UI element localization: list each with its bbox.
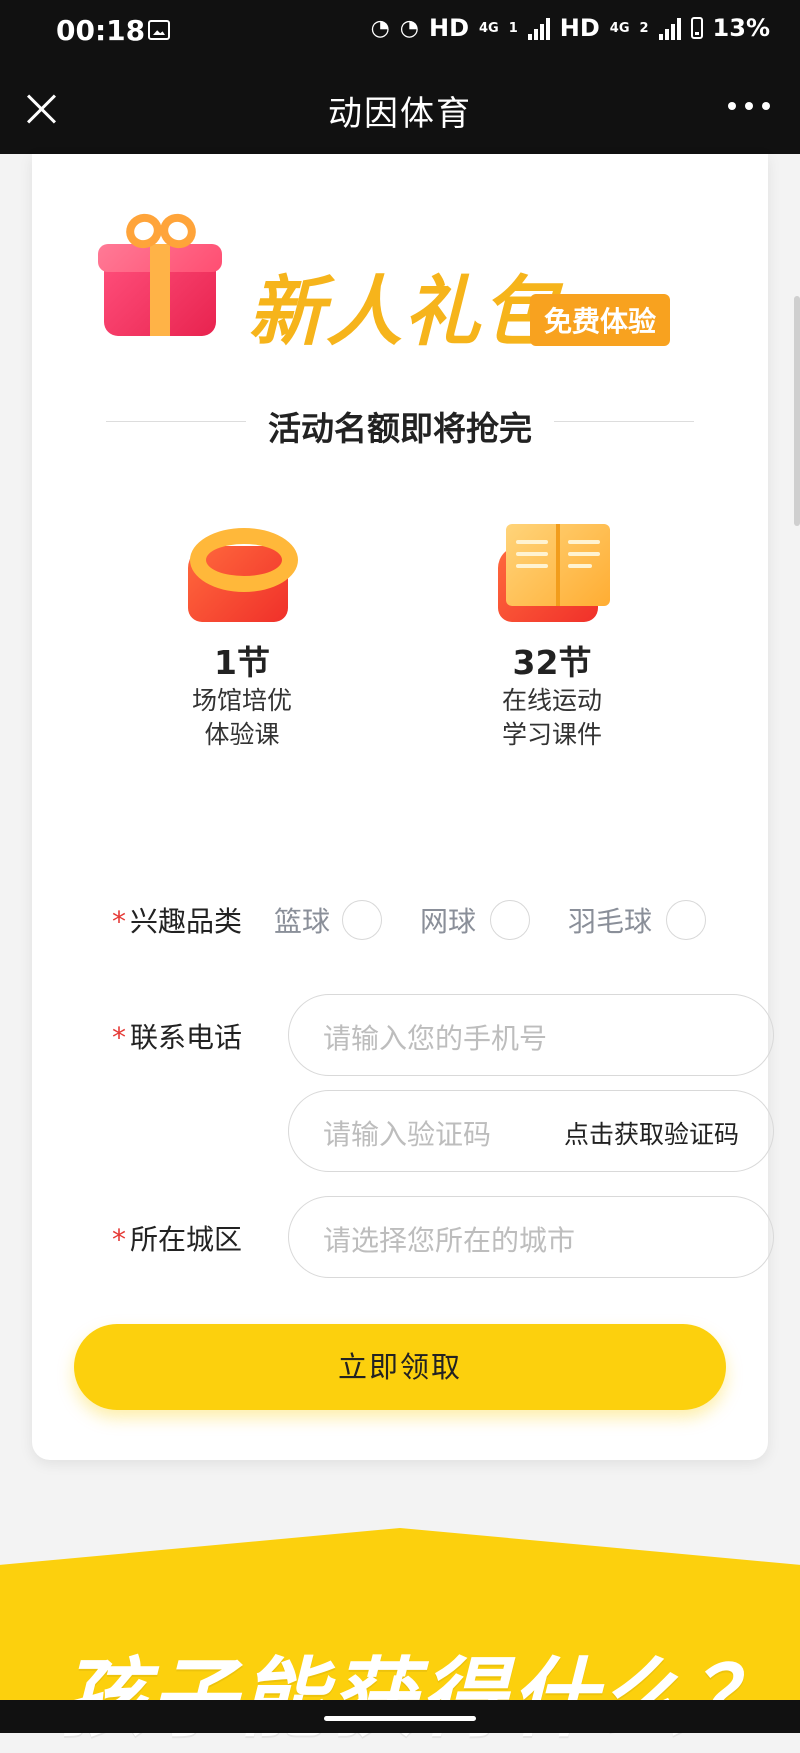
- wifi-icon: ◔: [399, 15, 419, 41]
- notice-text: 活动名额即将抢完: [268, 409, 532, 448]
- promo-title: 新人礼包: [248, 267, 560, 356]
- battery-percent: 13%: [712, 14, 770, 42]
- signal-icon: [658, 16, 681, 40]
- verification-code-input[interactable]: 请输入验证码 点击获取验证码: [288, 1090, 774, 1172]
- benefit-line: 在线运动: [501, 686, 602, 715]
- phone-label-text: 联系电话: [130, 1021, 243, 1054]
- notice-divider: 活动名额即将抢完: [106, 402, 694, 448]
- sim-badge: 2: [639, 20, 649, 36]
- scrollbar[interactable]: [794, 296, 800, 526]
- signal-icon: [527, 16, 550, 40]
- network-type: 4G: [609, 20, 630, 36]
- city-label: * 所在城区: [112, 1218, 242, 1258]
- interest-label: * 兴趣品类: [112, 900, 242, 940]
- battery-icon: [690, 17, 703, 39]
- nav-bar: 动因体育: [0, 64, 800, 154]
- benefit-count: 32节: [512, 643, 592, 682]
- benefit-line: 体验课: [204, 720, 280, 749]
- status-time: 00:18: [56, 14, 146, 47]
- benefit-item: 32节 在线运动 学习课件: [452, 516, 652, 752]
- divider-line: [554, 421, 694, 422]
- interest-label-text: 兴趣品类: [130, 905, 243, 938]
- benefit-line: 学习课件: [501, 720, 602, 749]
- gift-icon: [96, 207, 226, 344]
- more-icon[interactable]: [728, 102, 770, 110]
- benefit-item: 1节 场馆培优 体验课: [142, 516, 342, 752]
- required-mark: *: [112, 1223, 126, 1256]
- network-type: 4G: [479, 20, 499, 36]
- tennis-radio[interactable]: [490, 900, 530, 940]
- interest-option-tennis[interactable]: 网球: [420, 900, 476, 940]
- benefit-line: 场馆培优: [191, 686, 292, 715]
- phone-placeholder: 请输入您的手机号: [323, 1022, 548, 1055]
- claim-button[interactable]: 立即领取: [74, 1324, 726, 1410]
- code-placeholder: 请输入验证码: [323, 1118, 492, 1151]
- section-title: 孩子能获得什么？: [60, 1649, 780, 1749]
- sim-badge: 1: [508, 20, 518, 36]
- required-mark: *: [112, 905, 126, 938]
- signup-card: 新人礼包 免费体验 活动名额即将抢完 1节 场馆培优 体验课 32节 在线运动: [32, 154, 774, 1460]
- status-bar: 00:18 ◔ ◔ HD 4G 1 HD 4G 2 13%: [0, 0, 800, 64]
- city-label-text: 所在城区: [130, 1223, 243, 1256]
- basketball-radio[interactable]: [342, 900, 382, 940]
- network-label: HD: [428, 14, 469, 42]
- interest-option-basketball[interactable]: 篮球: [274, 900, 330, 940]
- phone-input[interactable]: 请输入您的手机号: [288, 994, 774, 1076]
- interest-option-badminton[interactable]: 羽毛球: [568, 900, 652, 940]
- get-code-button[interactable]: 点击获取验证码: [564, 1115, 739, 1151]
- status-indicators: ◔ ◔ HD 4G 1 HD 4G 2 13%: [371, 14, 770, 42]
- book-icon: [492, 516, 612, 626]
- phone-label: * 联系电话: [112, 1016, 242, 1056]
- city-select[interactable]: 请选择您所在的城市: [288, 1196, 774, 1278]
- city-placeholder: 请选择您所在的城市: [323, 1224, 576, 1257]
- benefit-count: 1节: [214, 643, 270, 682]
- network-label: HD: [559, 14, 600, 42]
- wifi-icon: ◔: [370, 15, 390, 41]
- required-mark: *: [112, 1021, 126, 1054]
- home-indicator[interactable]: [324, 1716, 476, 1721]
- image-notification-icon: [148, 20, 170, 40]
- free-trial-badge: 免费体验: [530, 294, 671, 346]
- ring-icon: [182, 516, 302, 626]
- page-title: 动因体育: [328, 94, 472, 134]
- badminton-radio[interactable]: [666, 900, 706, 940]
